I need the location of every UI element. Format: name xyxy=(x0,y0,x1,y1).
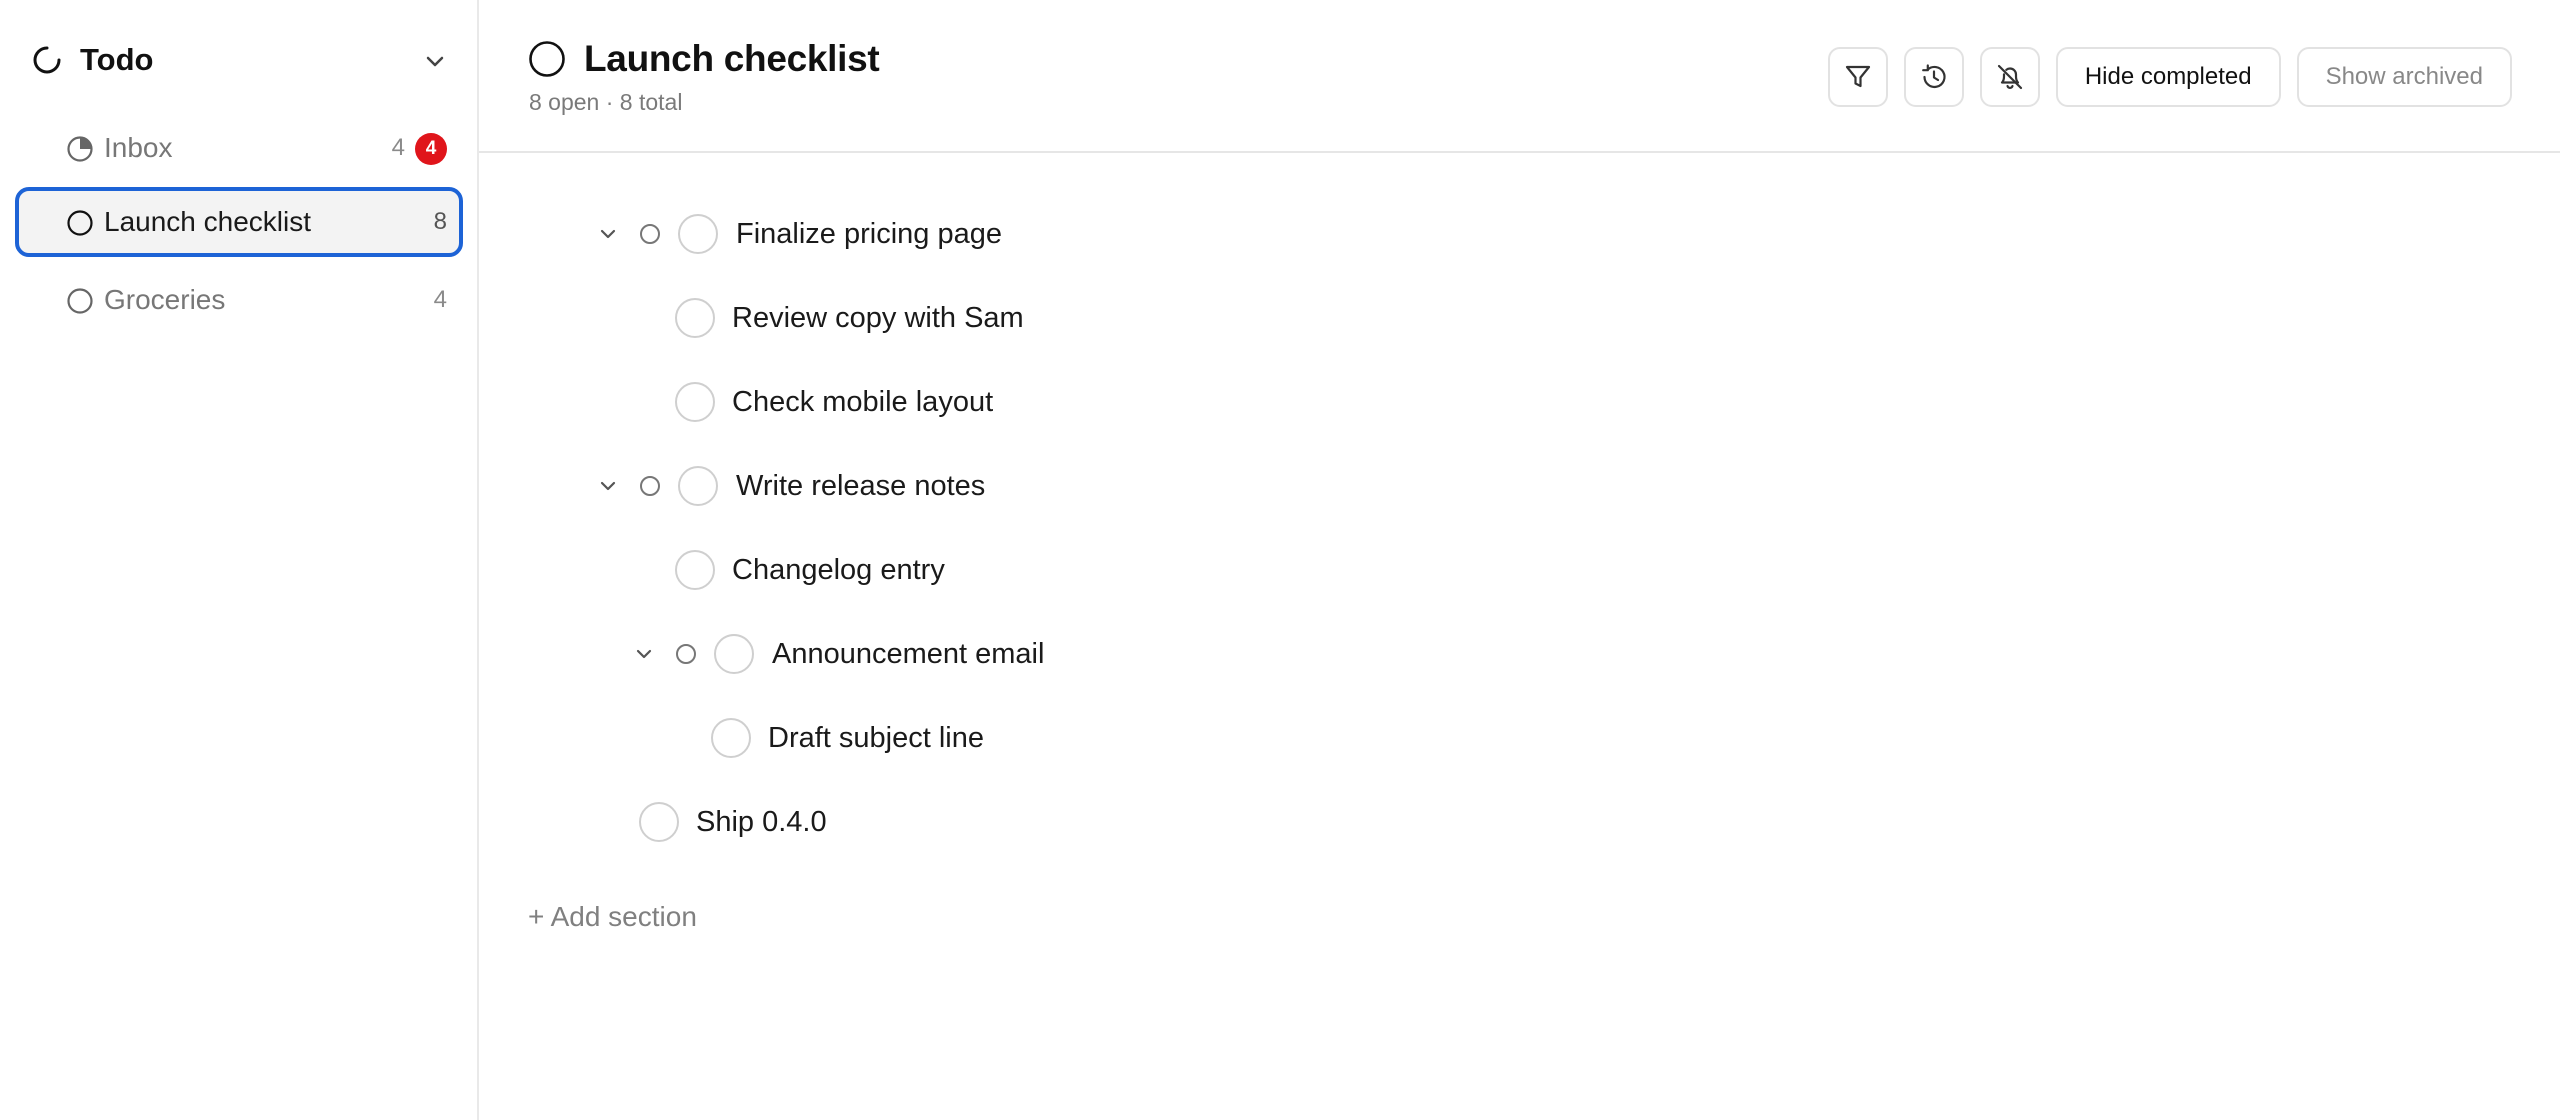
task-checkbox[interactable] xyxy=(711,718,751,758)
workspace-title: Todo xyxy=(80,42,154,77)
bell-off-icon xyxy=(1997,64,2022,90)
status-dot-icon xyxy=(676,644,696,664)
task-label: Finalize pricing page xyxy=(736,218,1002,250)
sidebar-item-count: 4 xyxy=(391,134,405,161)
task-row[interactable]: Announcement email xyxy=(479,629,1179,679)
chevron-down-icon[interactable] xyxy=(632,642,656,666)
task-label: Check mobile layout xyxy=(732,386,994,418)
task-row[interactable]: Finalize pricing page xyxy=(479,209,1179,259)
chevron-down-icon[interactable] xyxy=(596,222,620,246)
circle-icon[interactable] xyxy=(528,40,566,78)
sidebar-item-count: 8 xyxy=(433,208,447,235)
chevron-down-icon[interactable] xyxy=(420,46,450,76)
pie-icon xyxy=(67,136,93,162)
page-title: Launch checklist xyxy=(584,38,880,79)
task-checkbox[interactable] xyxy=(678,214,718,254)
task-checkbox[interactable] xyxy=(675,382,715,422)
history-button[interactable] xyxy=(1903,47,1964,107)
task-row[interactable]: Write release notes xyxy=(479,461,1179,511)
task-row[interactable]: Changelog entry xyxy=(479,545,1179,595)
sidebar-item-inbox[interactable]: Inbox 4 4 xyxy=(15,113,463,183)
status-dot-icon xyxy=(640,476,660,496)
task-label: Review copy with Sam xyxy=(732,302,1024,334)
mute-notifications-button[interactable] xyxy=(1979,47,2040,107)
toolbar: Hide completed Show archived xyxy=(1827,47,2512,107)
sidebar: Todo Inbox 4 4 Launch checklist 8 Grocer… xyxy=(0,0,479,1120)
task-label: Changelog entry xyxy=(732,554,945,586)
task-row[interactable]: Draft subject line xyxy=(479,713,1179,763)
filter-button[interactable] xyxy=(1827,47,1888,107)
circle-icon xyxy=(67,210,93,236)
task-label: Ship 0.4.0 xyxy=(696,806,827,838)
history-icon xyxy=(1921,64,1946,89)
spinner-icon xyxy=(33,46,61,74)
task-checkbox[interactable] xyxy=(678,466,718,506)
task-checkbox[interactable] xyxy=(639,802,679,842)
task-label: Draft subject line xyxy=(768,722,984,754)
unread-badge: 4 xyxy=(415,133,447,165)
task-row[interactable]: Ship 0.4.0 xyxy=(479,797,1179,847)
sidebar-item-groceries[interactable]: Groceries 4 xyxy=(15,265,463,335)
task-checkbox[interactable] xyxy=(675,550,715,590)
main-panel: Launch checklist 8 open · 8 total Hide c… xyxy=(479,0,2560,1120)
task-row[interactable]: Check mobile layout xyxy=(479,377,1179,427)
sidebar-item-label: Inbox xyxy=(104,132,173,163)
task-checkbox[interactable] xyxy=(714,634,754,674)
add-section-button[interactable]: + Add section xyxy=(528,901,697,933)
task-summary: 8 open · 8 total xyxy=(529,89,683,115)
show-archived-button[interactable]: Show archived xyxy=(2296,47,2512,107)
circle-icon xyxy=(67,288,93,314)
task-checkbox[interactable] xyxy=(675,298,715,338)
sidebar-item-label: Groceries xyxy=(104,284,226,315)
chevron-down-icon[interactable] xyxy=(596,474,620,498)
task-label: Announcement email xyxy=(772,638,1045,670)
sidebar-item-label: Launch checklist xyxy=(104,206,312,237)
filter-icon xyxy=(1845,65,1870,88)
list-header: Launch checklist 8 open · 8 total Hide c… xyxy=(479,0,2560,153)
task-row[interactable]: Review copy with Sam xyxy=(479,293,1179,343)
status-dot-icon xyxy=(640,224,660,244)
workspace-switcher[interactable]: Todo xyxy=(30,40,450,80)
task-label: Write release notes xyxy=(736,470,986,502)
hide-completed-button[interactable]: Hide completed xyxy=(2055,47,2281,107)
sidebar-item-count: 4 xyxy=(433,286,447,313)
app: Todo Inbox 4 4 Launch checklist 8 Grocer… xyxy=(0,0,2560,1120)
title-row: Launch checklist xyxy=(528,38,880,80)
sidebar-item-launch-checklist[interactable]: Launch checklist 8 xyxy=(15,187,463,257)
